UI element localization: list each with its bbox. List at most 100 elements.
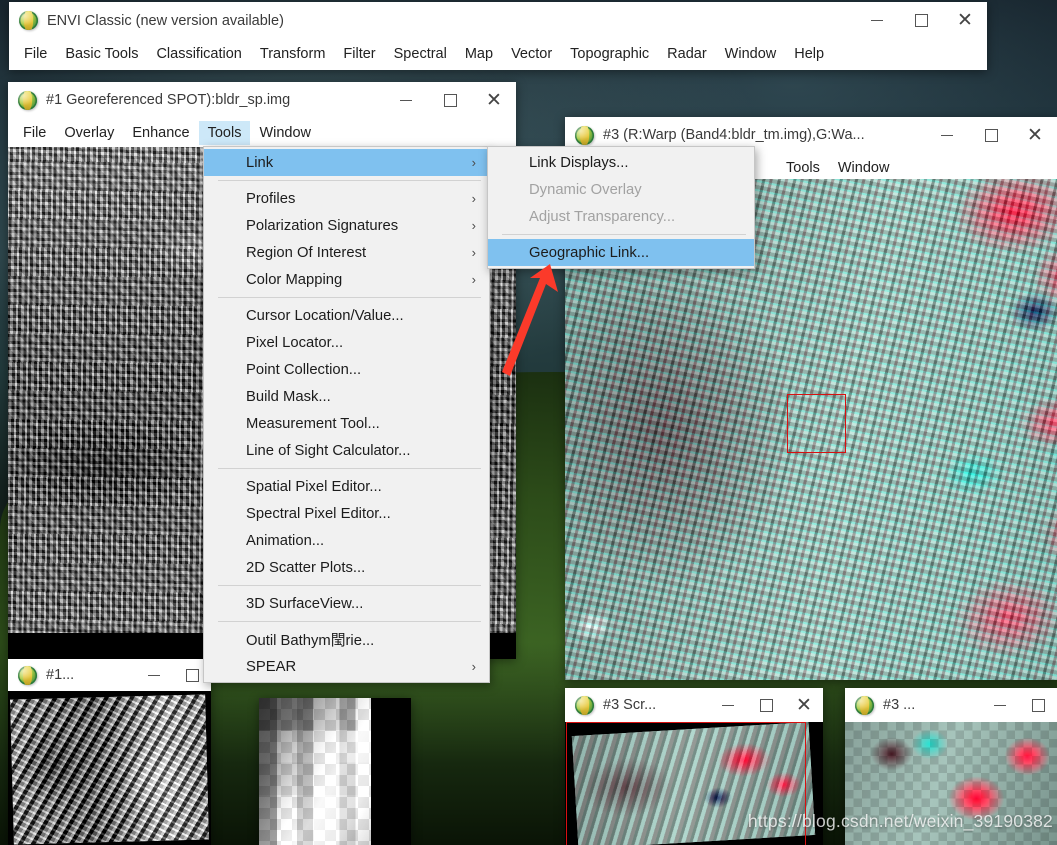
main-menu-topographic[interactable]: Topographic — [561, 42, 658, 66]
maximize-icon[interactable] — [969, 117, 1013, 153]
window3-scroll-titlebar[interactable]: #3 Scr... — [565, 688, 823, 722]
window3-zoom-titlebar[interactable]: #3 ... — [845, 688, 1057, 722]
link-submenu-adjust-transparency: Adjust Transparency... — [488, 203, 754, 230]
maximize-icon[interactable] — [428, 82, 472, 118]
menu-separator — [218, 621, 481, 622]
menu-item-label: Dynamic Overlay — [529, 181, 642, 198]
minimize-icon[interactable] — [135, 659, 173, 691]
menu-item-label: 2D Scatter Plots... — [246, 559, 366, 576]
envi-globe-icon — [575, 695, 594, 715]
menu-item-label: Line of Sight Calculator... — [246, 442, 411, 459]
main-menu-spectral[interactable]: Spectral — [385, 42, 456, 66]
close-icon[interactable] — [785, 688, 823, 722]
link-submenu[interactable]: Link Displays... Dynamic Overlay Adjust Tr… — [487, 146, 755, 269]
menu-separator — [218, 180, 481, 181]
window3-zoom-controls — [981, 688, 1057, 722]
menu-separator — [502, 234, 746, 235]
link-submenu-dynamic-overlay: Dynamic Overlay — [488, 176, 754, 203]
minimize-icon[interactable] — [384, 82, 428, 118]
tools-menu-3d-surfaceview[interactable]: 3D SurfaceView... — [204, 590, 489, 617]
minimize-icon[interactable] — [981, 688, 1019, 722]
menu-item-label: Adjust Transparency... — [529, 208, 676, 225]
main-menu-filter[interactable]: Filter — [334, 42, 384, 66]
main-menu-file[interactable]: File — [15, 42, 56, 66]
maximize-icon[interactable] — [1019, 688, 1057, 722]
chevron-right-icon: › — [471, 218, 476, 233]
tools-menu-cursor-location-value[interactable]: Cursor Location/Value... — [204, 302, 489, 329]
minimize-icon[interactable] — [855, 2, 899, 39]
tools-menu-spectral-pixel-editor[interactable]: Spectral Pixel Editor... — [204, 500, 489, 527]
menu-item-label: Profiles — [246, 190, 296, 207]
window3-scroll-title: #3 Scr... — [603, 697, 657, 713]
menu-separator — [218, 468, 481, 469]
menu-item-label: Geographic Link... — [529, 244, 650, 261]
main-menu-map[interactable]: Map — [456, 42, 502, 66]
menu-item-label: 3D SurfaceView... — [246, 595, 364, 612]
chevron-right-icon: › — [471, 191, 476, 206]
tools-menu-polarization-signatures[interactable]: Polarization Signatures › — [204, 212, 489, 239]
link-submenu-link-displays[interactable]: Link Displays... — [488, 149, 754, 176]
window1-menu-overlay[interactable]: Overlay — [55, 121, 123, 145]
watermark-text: https://blog.csdn.net/weixin_39190382 — [747, 811, 1053, 831]
tools-menu-pixel-locator[interactable]: Pixel Locator... — [204, 329, 489, 356]
minimize-icon[interactable] — [709, 688, 747, 722]
window1-menu-tools[interactable]: Tools — [198, 120, 251, 145]
window1-menubar[interactable]: File Overlay Enhance Tools Window — [8, 118, 516, 147]
tools-menu-animation[interactable]: Animation... — [204, 527, 489, 554]
roi-zoom-box[interactable] — [787, 394, 846, 453]
close-icon[interactable] — [1013, 117, 1057, 153]
window1-titlebar[interactable]: #1 Georeferenced SPOT):bldr_sp.img — [8, 82, 516, 118]
window1-menu-enhance[interactable]: Enhance — [123, 121, 198, 145]
chevron-right-icon: › — [471, 272, 476, 287]
tools-menu-region-of-interest[interactable]: Region Of Interest › — [204, 239, 489, 266]
main-menu-radar[interactable]: Radar — [658, 42, 716, 66]
red-pointer-arrow — [502, 264, 558, 376]
display-window-1-scroll[interactable]: #1... — [8, 659, 211, 845]
tools-menu-point-collection[interactable]: Point Collection... — [204, 356, 489, 383]
maximize-icon[interactable] — [899, 2, 943, 39]
envi-globe-icon — [855, 695, 874, 715]
close-icon[interactable] — [943, 2, 987, 39]
menu-item-label: Cursor Location/Value... — [246, 307, 404, 324]
display-window-1-zoom[interactable] — [259, 698, 411, 845]
main-titlebar[interactable]: ENVI Classic (new version available) — [9, 2, 987, 39]
window1-scroll-controls — [135, 659, 211, 691]
tools-menu-color-mapping[interactable]: Color Mapping › — [204, 266, 489, 293]
window3-controls — [925, 117, 1057, 153]
window3-title: #3 (R:Warp (Band4:bldr_tm.img),G:Wa... — [603, 127, 865, 143]
maximize-icon[interactable] — [747, 688, 785, 722]
main-menu-help[interactable]: Help — [785, 42, 833, 66]
main-menubar[interactable]: File Basic Tools Classification Transform Fi… — [9, 39, 987, 69]
tools-menu-spatial-pixel-editor[interactable]: Spatial Pixel Editor... — [204, 473, 489, 500]
close-icon[interactable] — [472, 82, 516, 118]
menu-separator — [218, 297, 481, 298]
main-menu-window[interactable]: Window — [716, 42, 786, 66]
tools-dropdown-menu[interactable]: Link › Profiles › Polarization Signatures › Re… — [203, 146, 490, 683]
main-menu-basic-tools[interactable]: Basic Tools — [56, 42, 147, 66]
window3-menu-tools[interactable]: Tools — [777, 156, 829, 180]
tools-menu-build-mask[interactable]: Build Mask... — [204, 383, 489, 410]
tools-menu-outil-bathym-rie[interactable]: Outil Bathym閠rie... — [204, 626, 489, 653]
menu-item-label: Link Displays... — [529, 154, 629, 171]
window1-scroll-titlebar[interactable]: #1... — [8, 659, 211, 691]
envi-classic-main-window[interactable]: ENVI Classic (new version available) Fil… — [9, 2, 987, 70]
minimize-icon[interactable] — [925, 117, 969, 153]
tools-menu-line-of-sight-calculator[interactable]: Line of Sight Calculator... — [204, 437, 489, 464]
menu-item-label: Build Mask... — [246, 388, 331, 405]
menu-item-label: Measurement Tool... — [246, 415, 380, 432]
window1-scroll-canvas[interactable] — [8, 691, 211, 845]
window1-scroll-title: #1... — [46, 667, 75, 683]
window1-menu-window[interactable]: Window — [250, 121, 320, 145]
window3-menu-window[interactable]: Window — [829, 156, 899, 180]
tools-menu-profiles[interactable]: Profiles › — [204, 185, 489, 212]
window1-title: #1 Georeferenced SPOT):bldr_sp.img — [46, 92, 291, 108]
main-menu-transform[interactable]: Transform — [251, 42, 335, 66]
menu-item-label: Link — [246, 154, 274, 171]
window1-menu-file[interactable]: File — [14, 121, 55, 145]
tools-menu-measurement-tool[interactable]: Measurement Tool... — [204, 410, 489, 437]
tools-menu-spear[interactable]: SPEAR › — [204, 653, 489, 680]
main-menu-classification[interactable]: Classification — [147, 42, 250, 66]
tools-menu-link[interactable]: Link › — [204, 149, 489, 176]
main-menu-vector[interactable]: Vector — [502, 42, 561, 66]
tools-menu-2d-scatter-plots[interactable]: 2D Scatter Plots... — [204, 554, 489, 581]
